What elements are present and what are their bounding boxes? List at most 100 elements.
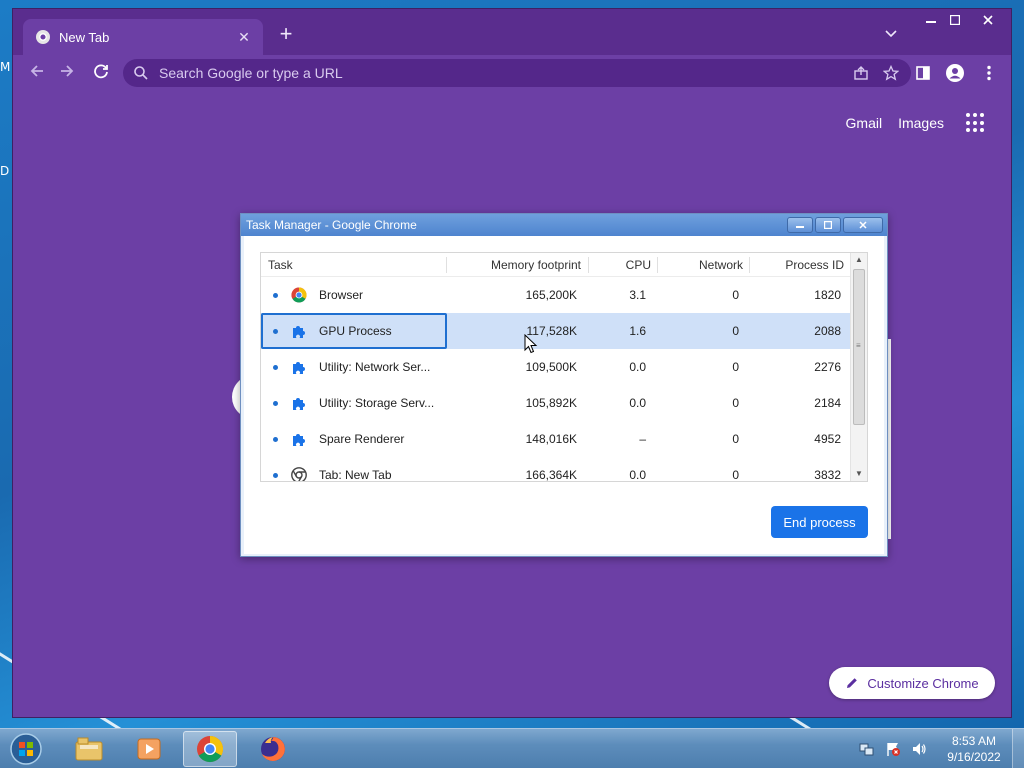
column-header-task[interactable]: Task: [268, 253, 293, 277]
clock-date: 9/16/2022: [947, 750, 1001, 764]
images-link[interactable]: Images: [898, 115, 944, 131]
search-icon: [134, 66, 148, 80]
taskbar-explorer-button[interactable]: [62, 731, 116, 767]
chevron-down-icon[interactable]: [885, 27, 897, 41]
tm-close-button[interactable]: [843, 217, 883, 233]
firefox-icon: [261, 737, 285, 761]
table-row[interactable]: Spare Renderer 148,016K – 0 4952: [261, 421, 851, 457]
maximize-button[interactable]: [942, 11, 968, 29]
maximize-icon: [824, 221, 832, 229]
cpu-value: 3.1: [629, 288, 646, 302]
volume-icon[interactable]: [910, 740, 928, 758]
window-close-button[interactable]: [968, 11, 1008, 29]
task-name: Spare Renderer: [319, 432, 405, 446]
column-divider[interactable]: [446, 257, 447, 273]
customize-chrome-button[interactable]: Customize Chrome: [829, 667, 995, 699]
forward-button[interactable]: [55, 62, 79, 84]
memory-value: 105,892K: [525, 396, 577, 410]
taskbar-firefox-button[interactable]: [246, 731, 300, 767]
task-manager-window: Task Manager - Google Chrome Task Memory…: [240, 213, 888, 557]
column-header-memory[interactable]: Memory footprint: [491, 253, 581, 277]
table-row[interactable]: Browser 165,200K 3.1 0 1820: [261, 277, 851, 313]
network-icon[interactable]: [858, 740, 876, 758]
memory-value: 109,500K: [525, 360, 577, 374]
process-id-value: 3832: [814, 468, 841, 482]
chrome-icon: [197, 735, 224, 763]
action-center-flag-icon[interactable]: [884, 740, 902, 758]
new-tab-button[interactable]: +: [275, 23, 297, 46]
table-row[interactable]: GPU Process 117,528K 1.6 0 2088: [261, 313, 851, 349]
kebab-menu-icon[interactable]: [979, 63, 999, 83]
table-row[interactable]: Tab: New Tab 166,364K 0.0 0 3832: [261, 457, 851, 482]
task-name: Browser: [319, 288, 364, 302]
scroll-down-arrow-icon[interactable]: ▼: [851, 467, 867, 481]
minimize-icon: [926, 21, 936, 23]
column-divider[interactable]: [657, 257, 658, 273]
column-header-cpu[interactable]: CPU: [626, 253, 651, 277]
network-value: 0: [732, 324, 739, 338]
tab-title: New Tab: [59, 29, 110, 45]
end-process-button[interactable]: End process: [771, 506, 868, 538]
puzzle-icon: [293, 326, 305, 338]
task-name: Utility: Network Ser...: [319, 360, 431, 374]
bullet-icon: [273, 365, 278, 370]
column-header-process-id[interactable]: Process ID: [785, 253, 844, 277]
bullet-icon: [273, 293, 278, 298]
process-id-value: 4952: [814, 432, 841, 446]
chrome-icon: [291, 467, 307, 481]
process-id-value: 2184: [814, 396, 841, 410]
taskbar-media-player-button[interactable]: [122, 731, 176, 767]
apps-grid-icon[interactable]: [966, 113, 986, 133]
share-icon[interactable]: [851, 63, 871, 83]
task-name: GPU Process: [319, 324, 392, 338]
table-row[interactable]: Utility: Storage Serv... 105,892K 0.0 0 …: [261, 385, 851, 421]
taskbar-chrome-button[interactable]: [183, 731, 237, 767]
network-value: 0: [732, 468, 739, 482]
profile-avatar-icon[interactable]: [945, 63, 965, 83]
memory-value: 165,200K: [525, 288, 577, 302]
arrow-left-icon: [30, 65, 43, 77]
network-value: 0: [732, 432, 739, 446]
tm-minimize-button[interactable]: [787, 217, 813, 233]
side-panel-icon[interactable]: [913, 63, 933, 83]
explorer-icon: [75, 737, 103, 761]
scroll-up-arrow-icon[interactable]: ▲: [851, 253, 867, 267]
gmail-link[interactable]: Gmail: [846, 115, 883, 131]
cpu-value: 0.0: [629, 468, 646, 482]
tm-maximize-button[interactable]: [815, 217, 841, 233]
arrow-right-icon: [61, 65, 74, 77]
windows-taskbar: 8:53 AM 9/16/2022: [0, 728, 1024, 768]
show-desktop-button[interactable]: [1012, 729, 1024, 768]
chrome-icon: [291, 287, 307, 303]
omnibox[interactable]: Search Google or type a URL: [123, 59, 911, 87]
desktop-icon-label-fragment[interactable]: M: [0, 60, 10, 74]
vertical-scrollbar[interactable]: ▲ ≡ ▼: [850, 253, 867, 481]
star-icon[interactable]: [881, 63, 901, 83]
mouse-cursor-icon: [524, 334, 538, 354]
start-button[interactable]: [6, 731, 46, 767]
taskbar-clock[interactable]: 8:53 AM 9/16/2022: [936, 733, 1012, 765]
cpu-value: 1.6: [629, 324, 646, 338]
bullet-icon: [273, 329, 278, 334]
back-button[interactable]: [25, 62, 49, 84]
close-icon[interactable]: ✕: [235, 29, 253, 46]
system-tray: 8:53 AM 9/16/2022: [858, 729, 1024, 768]
network-value: 0: [732, 360, 739, 374]
table-row[interactable]: Utility: Network Ser... 109,500K 0.0 0 2…: [261, 349, 851, 385]
column-divider[interactable]: [749, 257, 750, 273]
table-header: Task Memory footprint CPU Network Proces…: [261, 253, 851, 277]
scrollbar-thumb[interactable]: ≡: [853, 269, 865, 425]
process-id-value: 1820: [814, 288, 841, 302]
close-icon: [983, 15, 993, 25]
pencil-icon: [847, 678, 858, 688]
reload-button[interactable]: [89, 62, 113, 84]
cpu-value: 0.0: [629, 396, 646, 410]
column-header-network[interactable]: Network: [699, 253, 743, 277]
bullet-icon: [273, 473, 278, 478]
puzzle-icon: [293, 434, 305, 446]
tab-new-tab[interactable]: New Tab ✕: [23, 19, 263, 55]
column-divider[interactable]: [588, 257, 589, 273]
minimize-button[interactable]: [918, 11, 944, 29]
task-manager-titlebar[interactable]: Task Manager - Google Chrome: [241, 214, 887, 236]
desktop-icon-label-fragment[interactable]: D: [0, 164, 9, 178]
